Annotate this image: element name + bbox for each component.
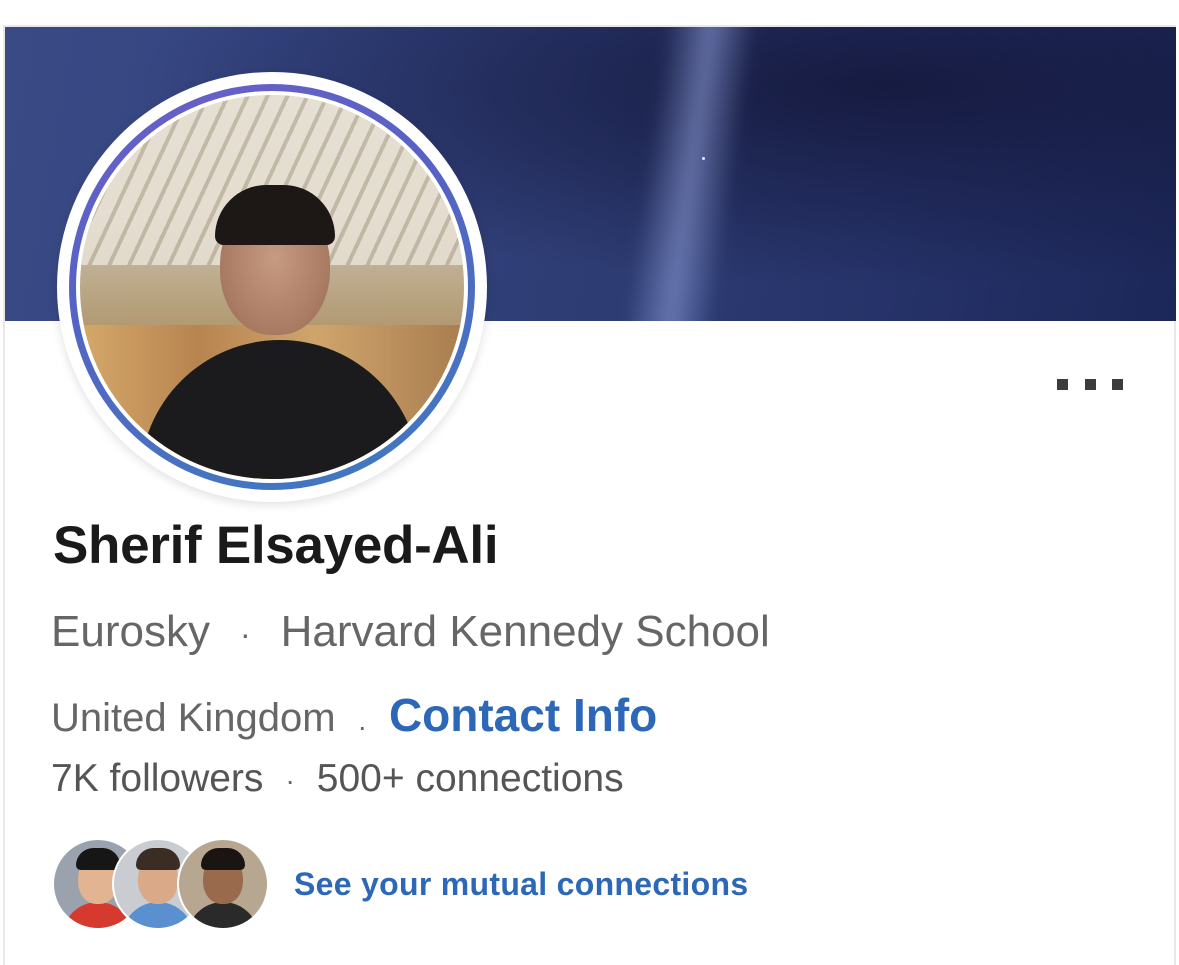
location-line: United Kingdom · Contact Info bbox=[51, 688, 657, 743]
cover-star bbox=[702, 157, 705, 160]
profile-name: Sherif Elsayed-Ali bbox=[53, 516, 499, 575]
see-mutual-connections-link[interactable]: See your mutual connections bbox=[294, 866, 748, 903]
contact-info-link[interactable]: Contact Info bbox=[389, 689, 657, 741]
connections-count[interactable]: 500+ connections bbox=[317, 757, 624, 800]
followers-count[interactable]: 7K followers bbox=[51, 757, 263, 800]
avatar bbox=[177, 838, 269, 930]
more-options-icon[interactable] bbox=[1057, 374, 1123, 394]
profile-photo-frame[interactable] bbox=[57, 72, 487, 502]
more-dot bbox=[1057, 378, 1068, 390]
profile-card bbox=[3, 25, 1176, 965]
profile-photo[interactable] bbox=[76, 91, 468, 483]
stats-separator: · bbox=[285, 764, 295, 796]
location-separator: · bbox=[357, 710, 367, 742]
headline-separator: · bbox=[239, 615, 251, 652]
profile-location: United Kingdom bbox=[51, 696, 336, 740]
more-dot bbox=[1084, 378, 1096, 390]
headline-company[interactable]: Eurosky bbox=[51, 607, 210, 656]
mutual-avatars[interactable] bbox=[52, 838, 269, 930]
network-stats: 7K followers · 500+ connections bbox=[51, 757, 624, 801]
profile-headline: Eurosky · Harvard Kennedy School bbox=[51, 607, 770, 657]
avatar-body bbox=[187, 902, 259, 928]
avatar-hair bbox=[136, 848, 180, 870]
headline-school[interactable]: Harvard Kennedy School bbox=[281, 607, 770, 656]
more-dot bbox=[1112, 378, 1123, 390]
avatar-hair bbox=[76, 848, 120, 870]
open-to-work-ring bbox=[69, 84, 475, 490]
cover-light-beam bbox=[621, 27, 759, 321]
avatar-hair bbox=[201, 848, 245, 870]
mutual-connections[interactable]: See your mutual connections bbox=[52, 838, 748, 930]
